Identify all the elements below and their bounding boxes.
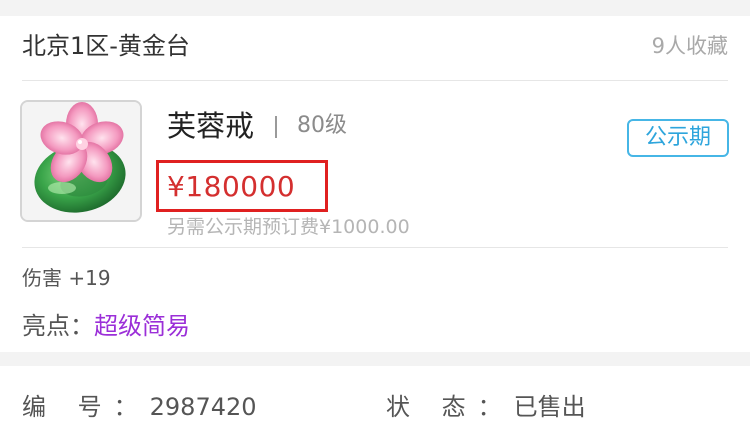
server-name: 北京1区-黄金台 <box>22 32 190 60</box>
top-separator <box>0 0 750 16</box>
reservation-fee-note: 另需公示期预订费¥1000.00 <box>167 216 410 238</box>
highlight-value: 超级简易 <box>94 312 190 340</box>
status-tag[interactable]: 公示期 <box>627 119 729 157</box>
item-price: ¥180000 <box>167 170 296 203</box>
highlight-label: 亮点： <box>22 312 94 340</box>
serial-number: 编 号：2987420 <box>22 390 257 424</box>
divider <box>22 247 728 248</box>
item-card[interactable]: 北京1区-黄金台 9人收藏 芙蓉戒 80级 公示期 ¥180000 另需公示期预… <box>0 16 750 352</box>
favorite-count: 9人收藏 <box>651 34 728 58</box>
state-label: 状 态： <box>386 393 514 421</box>
serial-label: 编 号： <box>22 393 150 421</box>
jade-ring-with-pink-flower-icon <box>22 102 140 220</box>
section-gap <box>0 352 750 366</box>
item-highlight: 亮点：超级简易 <box>22 309 190 343</box>
item-attribute: 伤害 +19 <box>22 266 111 290</box>
item-name: 芙蓉戒 <box>167 109 255 143</box>
item-thumbnail[interactable] <box>20 100 142 222</box>
name-level-separator <box>275 116 277 138</box>
trade-state: 状 态：已售出 <box>386 390 586 424</box>
divider <box>22 80 728 81</box>
state-value: 已售出 <box>513 393 586 421</box>
card-header: 北京1区-黄金台 9人收藏 <box>0 16 750 80</box>
trade-info-row: 编 号：2987420 状 态：已售出 <box>0 366 750 443</box>
serial-value: 2987420 <box>149 393 257 421</box>
item-level: 80级 <box>297 113 347 138</box>
